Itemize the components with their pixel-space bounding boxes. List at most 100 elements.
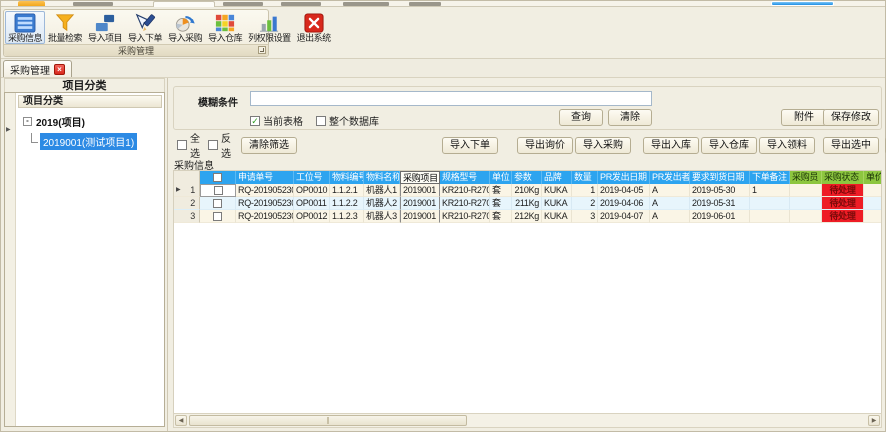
row-checkbox-cell[interactable] bbox=[200, 184, 236, 197]
cell-工位号[interactable]: OP0011 bbox=[294, 197, 330, 210]
fuzzy-condition-input[interactable] bbox=[250, 91, 652, 106]
ribbon-button-mosaic[interactable]: 导入仓库 bbox=[205, 11, 245, 44]
cell-工位号[interactable]: OP0010 bbox=[294, 184, 330, 197]
cell-参数[interactable]: 210Kg bbox=[512, 184, 542, 197]
collapse-icon[interactable]: - bbox=[23, 117, 32, 126]
cell-数量[interactable]: 3 bbox=[572, 210, 598, 223]
cell-物料名称[interactable]: 机器人2 bbox=[364, 197, 400, 210]
ribbon-tab[interactable] bbox=[73, 2, 113, 6]
query-button[interactable]: 查询 bbox=[559, 109, 603, 126]
cell-采购员[interactable] bbox=[790, 197, 822, 210]
action-button-3[interactable]: 导入采购 bbox=[575, 137, 631, 154]
cell-PR发出日期[interactable]: 2019-04-07 bbox=[598, 210, 650, 223]
cell-数量[interactable]: 1 bbox=[572, 184, 598, 197]
cell-要求到货日期[interactable]: 2019-05-31 bbox=[690, 197, 750, 210]
table-row[interactable]: ▶1RQ-201905230001OP00101.1.2.1机器人1201900… bbox=[174, 184, 881, 197]
save-changes-button[interactable]: 保存修改 bbox=[823, 109, 879, 126]
row-checkbox-cell[interactable] bbox=[200, 210, 236, 223]
scrollbar-thumb[interactable] bbox=[189, 415, 467, 426]
cell-单位[interactable]: 套 bbox=[490, 210, 512, 223]
cell-单位[interactable]: 套 bbox=[490, 184, 512, 197]
window-control-widget[interactable] bbox=[771, 1, 834, 6]
grid-header-参数[interactable]: 参数 bbox=[512, 171, 542, 184]
cell-要求到货日期[interactable]: 2019-05-30 bbox=[690, 184, 750, 197]
grid-header-物料名称[interactable]: 物料名称 bbox=[364, 171, 400, 184]
cell-申请单号[interactable]: RQ-201905230001 bbox=[236, 184, 294, 197]
action-button-5[interactable]: 导入仓库 bbox=[701, 137, 757, 154]
grid-header-采购项目[interactable]: 采购项目 bbox=[400, 171, 440, 184]
cell-单价[interactable] bbox=[864, 184, 882, 197]
cell-规格型号[interactable]: KR210-R2701 bbox=[440, 197, 490, 210]
ribbon-button-pencil[interactable]: 导入下单 bbox=[125, 11, 165, 44]
cell-规格型号[interactable]: KR210-R2702 bbox=[440, 210, 490, 223]
cell-物料编号[interactable]: 1.1.2.2 bbox=[330, 197, 364, 210]
cell-申请单号[interactable]: RQ-201905230002 bbox=[236, 197, 294, 210]
cell-申请单号[interactable]: RQ-201905230003 bbox=[236, 210, 294, 223]
grid-header-工位号[interactable]: 工位号 bbox=[294, 171, 330, 184]
clear-filter-button[interactable]: 清除筛选 bbox=[241, 137, 297, 154]
cell-品牌[interactable]: KUKA bbox=[542, 184, 572, 197]
tree-node-2019[interactable]: - 2019(项目) bbox=[23, 114, 163, 129]
cell-采购员[interactable] bbox=[790, 184, 822, 197]
scroll-left-icon[interactable]: ◀ bbox=[175, 415, 187, 426]
table-row[interactable]: 2RQ-201905230002OP00111.1.2.2机器人22019001… bbox=[174, 197, 881, 210]
cell-单价[interactable] bbox=[864, 210, 882, 223]
checkbox-icon[interactable] bbox=[316, 116, 326, 126]
grid-header-下单备注[interactable]: 下单备注 bbox=[750, 171, 790, 184]
dialog-launcher-icon[interactable] bbox=[258, 46, 266, 54]
grid-header-数量[interactable]: 数量 bbox=[572, 171, 598, 184]
cell-规格型号[interactable]: KR210-R2700 bbox=[440, 184, 490, 197]
action-button-6[interactable]: 导入领料 bbox=[759, 137, 815, 154]
cell-PR发出者[interactable]: A bbox=[650, 197, 690, 210]
cell-采购状态[interactable]: 待处理 bbox=[822, 184, 864, 197]
cell-采购项目[interactable]: 2019001 bbox=[400, 184, 440, 197]
checkbox-invert-selection[interactable]: 反选 bbox=[208, 130, 231, 160]
grid-header-物料编号[interactable]: 物料编号 bbox=[330, 171, 364, 184]
cell-工位号[interactable]: OP0012 bbox=[294, 210, 330, 223]
cell-采购状态[interactable]: 待处理 bbox=[822, 210, 864, 223]
grid-header-品牌[interactable]: 品牌 bbox=[542, 171, 572, 184]
cell-物料编号[interactable]: 1.1.2.1 bbox=[330, 184, 364, 197]
row-checkbox-icon[interactable] bbox=[214, 186, 223, 195]
ribbon-tab-active[interactable] bbox=[153, 1, 215, 7]
checkbox-icon[interactable] bbox=[250, 116, 260, 126]
action-button-1[interactable]: 导入下单 bbox=[442, 137, 498, 154]
grid-header-PR发出日期[interactable]: PR发出日期 bbox=[598, 171, 650, 184]
cell-参数[interactable]: 211Kg bbox=[512, 197, 542, 210]
table-row[interactable]: 3 RQ-201905230003OP00121.1.2.3机器人32019001… bbox=[174, 210, 881, 223]
cell-采购项目[interactable]: 2019001 bbox=[400, 197, 440, 210]
attachment-button[interactable]: 附件 bbox=[781, 109, 827, 126]
ribbon-tab[interactable] bbox=[343, 2, 389, 6]
cell-采购员[interactable] bbox=[790, 210, 822, 223]
horizontal-scrollbar[interactable]: ◀ ▶ bbox=[173, 413, 882, 428]
cell-品牌[interactable]: KUKA bbox=[542, 197, 572, 210]
cell-物料名称[interactable]: 机器人1 bbox=[364, 184, 400, 197]
ribbon-button-exit[interactable]: 退出系统 bbox=[294, 11, 334, 44]
grid-header-要求到货日期[interactable]: 要求到货日期 bbox=[690, 171, 750, 184]
action-button-4[interactable]: 导出入库 bbox=[643, 137, 699, 154]
ribbon-button-list[interactable]: 采购信息 bbox=[5, 11, 45, 44]
grid-header-规格型号[interactable]: 规格型号 bbox=[440, 171, 490, 184]
action-button-2[interactable]: 导出询价 bbox=[517, 137, 573, 154]
cell-采购项目[interactable]: 2019001 bbox=[400, 210, 440, 223]
ribbon-button-refresh-pie[interactable]: 导入采购 bbox=[165, 11, 205, 44]
cell-物料名称[interactable]: 机器人3 bbox=[364, 210, 400, 223]
cell-采购状态[interactable]: 待处理 bbox=[822, 197, 864, 210]
app-menu-button[interactable] bbox=[18, 1, 45, 6]
tree-grid-header[interactable]: 项目分类 bbox=[18, 95, 162, 108]
tree-node-2019001[interactable]: 2019001(测试项目1) bbox=[31, 133, 163, 150]
cell-PR发出日期[interactable]: 2019-04-05 bbox=[598, 184, 650, 197]
grid-header-采购状态[interactable]: 采购状态 bbox=[822, 171, 864, 184]
cell-下单备注[interactable] bbox=[750, 210, 790, 223]
action-button-7[interactable]: 导出选中 bbox=[823, 137, 879, 154]
cell-单价[interactable] bbox=[864, 197, 882, 210]
grid-header-申请单号[interactable]: 申请单号 bbox=[236, 171, 294, 184]
cell-物料编号[interactable]: 1.1.2.3 bbox=[330, 210, 364, 223]
ribbon-tab[interactable] bbox=[223, 2, 263, 6]
checkbox-icon[interactable] bbox=[208, 140, 218, 150]
cell-下单备注[interactable] bbox=[750, 197, 790, 210]
grid-header-单价[interactable]: 单价 bbox=[864, 171, 882, 184]
scroll-right-icon[interactable]: ▶ bbox=[868, 415, 880, 426]
cell-单位[interactable]: 套 bbox=[490, 197, 512, 210]
row-checkbox-icon[interactable] bbox=[213, 212, 222, 221]
